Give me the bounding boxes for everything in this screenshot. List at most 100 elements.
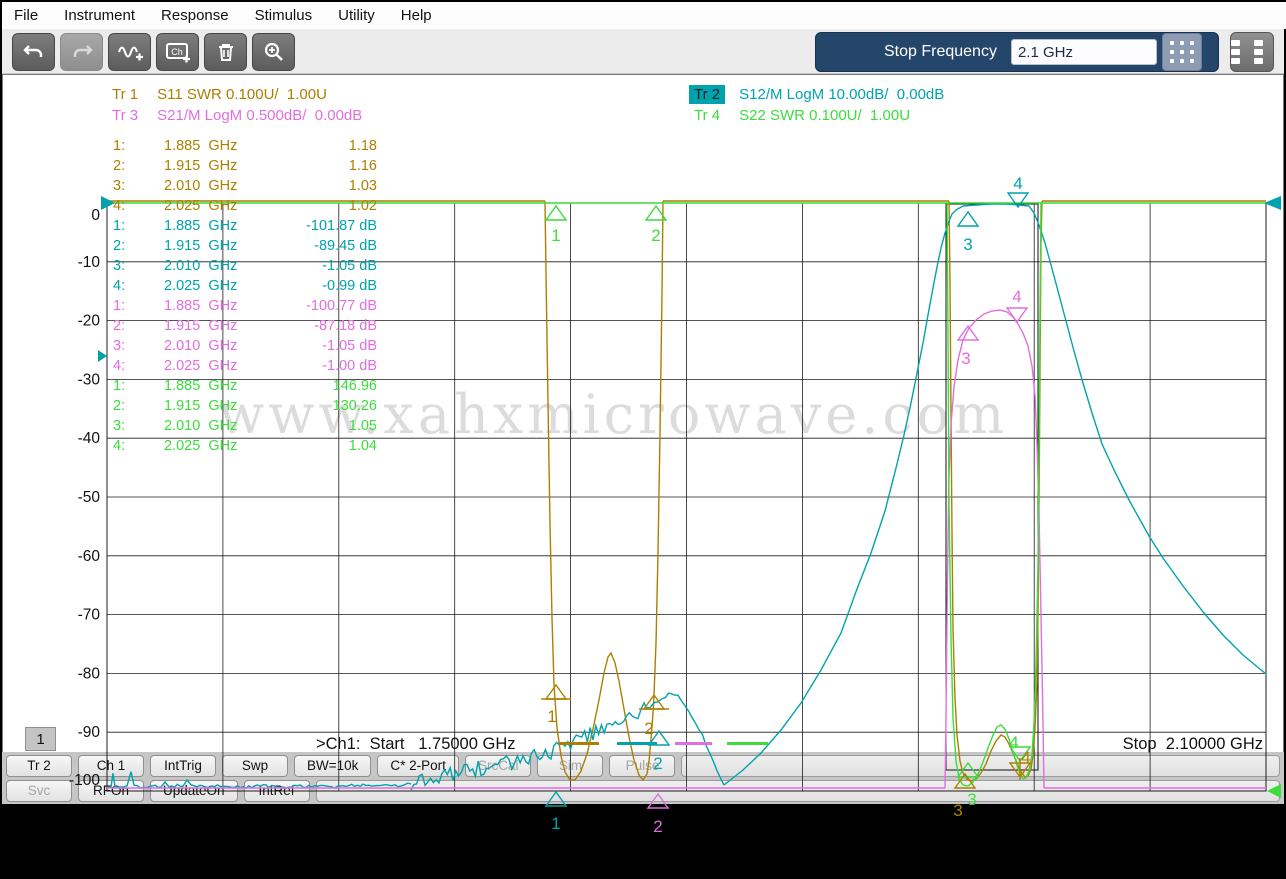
status-button-svc[interactable]: Svc [6, 780, 72, 802]
toolbar: Ch Stop Frequency [2, 29, 1284, 74]
active-marker-pointer[interactable] [98, 350, 107, 362]
marker-val: 1.02 [282, 198, 377, 214]
status-button-swp[interactable]: Swp [222, 755, 288, 777]
marker-table-row: 3:2.010 GHz1.03 [113, 176, 377, 196]
marker-num: 3: [113, 178, 164, 194]
tr2-ref-right[interactable] [1264, 196, 1281, 210]
status-button-sim[interactable]: Sim [537, 755, 603, 777]
marker-table-row: 4:2.025 GHz-1.00 dB [113, 356, 377, 376]
trace-s12-logm-path [724, 206, 963, 785]
legend-tr4[interactable]: Tr 4 S22 SWR 0.100U/ 1.00U [689, 106, 910, 125]
marker-freq: 2.010 GHz [164, 418, 282, 434]
side-menu-button[interactable] [1230, 32, 1274, 72]
marker-table-row: 2:1.915 GHz130.26 [113, 396, 377, 416]
marker-tr4-m1[interactable] [546, 206, 566, 220]
marker-table-row: 1:1.885 GHz146.96 [113, 376, 377, 396]
marker-tr1-m2[interactable] [644, 695, 664, 709]
marker-tr4-m2[interactable] [646, 206, 666, 220]
marker-tr2-m4[interactable] [1008, 193, 1028, 207]
trace-swatch-green [727, 742, 768, 745]
trace-swatch-teal [617, 742, 657, 745]
marker-num: 4: [113, 438, 164, 454]
marker-table-row: 2:1.915 GHz1.16 [113, 156, 377, 176]
marker-num: 1: [113, 218, 164, 234]
legend-tr2-id: Tr 2 [689, 85, 725, 104]
marker-num: 1: [113, 138, 164, 154]
legend-tr4-label: S22 SWR 0.100U/ 1.00U [739, 107, 910, 124]
marker-table-row: 3:2.010 GHz-1.05 dB [113, 256, 377, 276]
marker-tr4-m4-label: 4 [1009, 733, 1018, 752]
sweep-start-label[interactable]: >Ch1: Start 1.75000 GHz [316, 735, 515, 754]
undo-icon [23, 41, 45, 63]
marker-freq: 2.010 GHz [164, 258, 282, 274]
keypad-button[interactable] [1162, 33, 1202, 71]
marker-num: 3: [113, 338, 164, 354]
legend-tr2-active[interactable]: Tr 2 S12/M LogM 10.00dB/ 0.00dB [689, 85, 944, 104]
marker-tr2-m3[interactable] [958, 212, 978, 226]
status-button-updateon[interactable]: UpdateOn [150, 780, 238, 802]
status-button-ch-1[interactable]: Ch 1 [78, 755, 144, 777]
legend-tr3-id: Tr 3 [107, 106, 143, 125]
legend-tr1-id: Tr 1 [107, 85, 143, 104]
zoom-button[interactable] [252, 33, 295, 71]
add-trace-button[interactable] [108, 33, 151, 71]
delete-button[interactable] [204, 33, 247, 71]
marker-freq: 1.885 GHz [164, 218, 282, 234]
menu-stimulus[interactable]: Stimulus [255, 7, 313, 24]
channel-badge[interactable]: 1 [25, 727, 56, 751]
marker-freq: 1.885 GHz [164, 138, 282, 154]
legend-tr3[interactable]: Tr 3 S21/M LogM 0.500dB/ 0.00dB [107, 106, 362, 125]
grid-icon [1231, 40, 1240, 46]
menu-instrument[interactable]: Instrument [64, 7, 135, 24]
marker-tr3-m4[interactable] [1007, 308, 1027, 322]
marker-val: 1.05 [282, 418, 377, 434]
marker-num: 2: [113, 238, 164, 254]
marker-tr4-m1-label: 1 [551, 226, 560, 245]
status-button-pulse[interactable]: Pulse [609, 755, 675, 777]
marker-freq: 2.010 GHz [164, 178, 282, 194]
marker-freq: 2.025 GHz [164, 438, 282, 454]
y-axis-tick-label: -50 [78, 489, 101, 506]
marker-num: 3: [113, 418, 164, 434]
marker-val: -101.87 dB [282, 218, 377, 234]
marker-freq: 1.885 GHz [164, 298, 282, 314]
marker-table-row: 4:2.025 GHz-0.99 dB [113, 276, 377, 296]
marker-tr3-m2-label: 2 [653, 817, 662, 836]
marker-freq: 2.025 GHz [164, 358, 282, 374]
status-button-inttrig[interactable]: IntTrig [150, 755, 216, 777]
sweep-stop-label[interactable]: Stop 2.10000 GHz [1123, 735, 1263, 754]
status-button-rfon[interactable]: RFOn [78, 780, 144, 802]
marker-tr1-m1[interactable] [546, 685, 566, 699]
menu-file[interactable]: File [14, 7, 38, 24]
status-button-c-2-port[interactable]: C* 2-Port [377, 755, 459, 777]
add-channel-button[interactable]: Ch [156, 33, 199, 71]
y-axis-tick-label: -10 [78, 254, 101, 271]
add-channel-icon: Ch [165, 40, 191, 64]
marker-table-row: 2:1.915 GHz-89.45 dB [113, 236, 377, 256]
trace-s11-swr-path [949, 201, 1042, 781]
redo-button [60, 33, 103, 71]
marker-tr3-m3-label: 3 [961, 349, 970, 368]
undo-button[interactable] [12, 33, 55, 71]
y-axis-tick-label: -70 [78, 607, 101, 624]
legend-tr1[interactable]: Tr 1 S11 SWR 0.100U/ 1.00U [107, 85, 327, 104]
y-axis-tick-label: -90 [78, 724, 101, 741]
menu-utility[interactable]: Utility [338, 7, 375, 24]
status-button-bw-10k[interactable]: BW=10k [294, 755, 371, 777]
menu-response[interactable]: Response [161, 7, 229, 24]
marker-readout-table: 1:1.885 GHz1.182:1.915 GHz1.163:2.010 GH… [113, 136, 377, 456]
marker-num: 2: [113, 158, 164, 174]
marker-val: 1.03 [282, 178, 377, 194]
status-button-intref[interactable]: IntRef [244, 780, 310, 802]
status-button-srccal[interactable]: SrcCal [465, 755, 532, 777]
status-row-1: Tr 2 Ch 1 IntTrig Swp BW=10k C* 2-Port SrcCalS… [6, 755, 1280, 777]
legend-tr3-label: S21/M LogM 0.500dB/ 0.00dB [157, 107, 362, 124]
marker-freq: 1.885 GHz [164, 378, 282, 394]
stop-frequency-input[interactable] [1011, 39, 1157, 65]
marker-tr3-m3[interactable] [958, 326, 978, 340]
y-axis-tick-label: -60 [78, 548, 101, 565]
status-button-tr-2[interactable]: Tr 2 [6, 755, 72, 777]
menu-help[interactable]: Help [401, 7, 432, 24]
vna-application-window: { "menu": {"items": ["File", "Instrument… [0, 0, 1286, 806]
marker-tr1-m2-label: 2 [644, 719, 653, 738]
